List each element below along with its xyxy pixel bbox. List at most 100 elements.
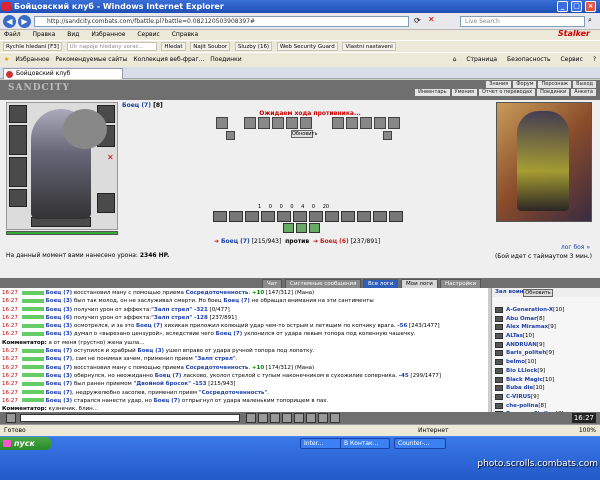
menu-tools[interactable]: Сервис [137,31,159,38]
vs-right-name[interactable]: Боец [320,238,337,245]
sound-icon[interactable] [294,413,304,423]
options-icon[interactable] [306,413,316,423]
skill-icon[interactable] [389,211,403,222]
forward-icon[interactable]: ▶ [18,15,31,28]
potion-icon[interactable] [296,223,307,233]
toolbar-services[interactable]: Sluzby (16) [234,42,273,51]
defense-slot[interactable] [360,117,372,129]
favorites-star-icon[interactable]: ★ [4,56,9,63]
skill-icon[interactable] [357,211,371,222]
nav-forum[interactable]: Форум [513,81,537,88]
chat-fighter-name[interactable]: Боец (7) [46,290,73,296]
chat-fighter-name[interactable]: Боец (7) [46,365,73,371]
nav-knowledge[interactable]: Знания [486,81,512,88]
send-icon[interactable] [246,413,256,423]
player-list-item[interactable]: che-polina[8] [492,402,600,411]
skill-icon[interactable] [213,211,227,222]
clear-icon[interactable] [258,413,268,423]
player-list-name[interactable]: C-VIRUS [506,394,531,400]
nav-exit[interactable]: Выход [573,81,596,88]
player-list-name[interactable]: Alex Miramax [506,324,548,330]
menu-favorites[interactable]: Избранное [91,31,125,38]
player-list-item[interactable]: A-Generation-X[10] [492,306,600,315]
vs-left-name[interactable]: Боец [221,238,238,245]
skill-icon[interactable] [373,211,387,222]
battle-log-link[interactable]: лог боя » [561,244,590,251]
skill-icon[interactable] [293,211,307,222]
page-menu[interactable]: Страница [466,56,497,63]
player-list-name[interactable]: A-Generation-X [506,307,553,313]
exit-chat-icon[interactable] [330,413,340,423]
player-list-name[interactable]: Buba die [506,385,533,391]
player-list-item[interactable]: Black Magic[10] [492,376,600,385]
fav-poedinki[interactable]: Поединки [210,56,241,63]
potion-icon[interactable] [283,223,294,233]
menu-file[interactable]: Файл [4,31,21,38]
nav-character[interactable]: Персонаж [538,81,572,88]
chat-fighter-name[interactable]: Боец (7) [46,381,73,387]
task-counter[interactable]: Counter-... [394,438,446,449]
potion-icon[interactable] [309,223,320,233]
attack-slot[interactable] [216,117,228,129]
weapon-slot[interactable] [9,125,27,155]
toolbar-settings[interactable]: Vlastni nastaveni [342,42,396,51]
tools-menu[interactable]: Сервис [560,56,582,63]
player-list-name[interactable]: ANDRUAN [506,342,537,348]
suggested-sites[interactable]: Рекомендуемые сайты [55,56,127,63]
nav-inventory[interactable]: Инвентарь [415,89,450,96]
shield-slot[interactable] [97,193,115,213]
toolbar-query-input[interactable]: Ulr napoje hledany vorac... [66,42,157,51]
skill-icon[interactable] [325,211,339,222]
nav-duels[interactable]: Поединки [537,89,570,96]
skill-icon[interactable] [309,211,323,222]
back-icon[interactable]: ◀ [3,15,16,28]
tab-all-logs[interactable]: Все логи [363,279,399,288]
chat-fighter-name[interactable]: Боец (3) [46,298,73,304]
player-list-item[interactable]: Alex Miramax[9] [492,323,600,332]
refresh-icon[interactable]: ⟳ [414,16,421,25]
chat-fighter-name[interactable]: Боец (3) [46,373,73,379]
search-input[interactable]: Live Search [460,16,585,27]
chat-fighter-name[interactable]: Боец (3) [46,307,73,313]
attack-slot[interactable] [286,117,298,129]
nav-profile[interactable]: Анкета [571,89,596,96]
nav-transfers[interactable]: Отчет о переводах [478,89,536,96]
player-list-item[interactable]: C-VIRUS[9] [492,393,600,402]
player-list-name[interactable]: belmo [506,359,525,365]
helmet-slot[interactable] [9,105,27,123]
belt-slot[interactable] [9,189,27,207]
skill-icon[interactable] [245,211,259,222]
toolbar-find-file[interactable]: Najit Soubor [190,42,231,51]
start-button[interactable]: пуск [0,437,52,450]
player-list-name[interactable]: che-polina [506,403,538,409]
player-list-name[interactable]: Bio LLlock [506,368,537,374]
player-list-name[interactable]: Abu Omar [506,316,537,322]
nav-skills[interactable]: Умения [451,89,477,96]
tab-my-logs[interactable]: Мои логи [401,279,438,288]
search-icon[interactable]: ⌕ [588,16,592,25]
attack-slot[interactable] [244,117,256,129]
smiley-icon[interactable] [6,413,16,423]
friends-icon[interactable] [318,413,328,423]
chat-fighter-name[interactable]: Боец (7) [46,348,73,354]
toolbar-web-security[interactable]: Web Security Guard [276,42,338,51]
chat-input[interactable] [20,414,240,422]
player-list-item[interactable]: Baris_politeh[9] [492,349,600,358]
stance-icon[interactable] [383,131,392,140]
chat-fighter-name[interactable]: Боец (7) [46,390,73,396]
home-icon[interactable]: ⌂ [453,56,457,63]
tab-settings[interactable]: Настройки [440,279,482,288]
web-slice-gallery[interactable]: Коллекция веб-фраг... [133,56,204,63]
player-list-item[interactable]: ANDRUAN[9] [492,341,600,350]
menu-view[interactable]: Вид [67,31,79,38]
player-list-item[interactable]: Abu Omar[8] [492,315,600,324]
armor-slot[interactable] [9,157,27,187]
player-list-item[interactable]: belmo[10] [492,358,600,367]
skill-icon[interactable] [261,211,275,222]
player-list-name[interactable]: Baris_politeh [506,350,546,356]
task-vkontakte[interactable]: В Контак... [340,438,390,449]
defense-slot[interactable] [388,117,400,129]
player-list-item[interactable]: ALTas[10] [492,332,600,341]
toolbar-search-button[interactable]: Hledat [161,42,186,51]
attack-slot[interactable] [300,117,312,129]
